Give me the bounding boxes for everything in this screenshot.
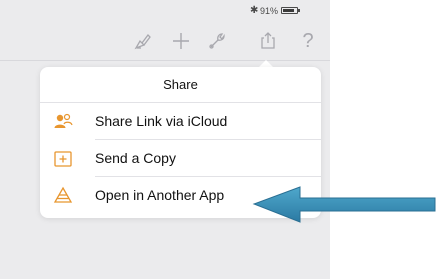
screenshot: ✱ 91% ? Share Share Link via iCloud Send… xyxy=(0,0,443,279)
open-in-app-icon xyxy=(53,186,73,206)
send-copy-label: Send a Copy xyxy=(95,150,176,166)
share-link-icloud-item[interactable]: Share Link via iCloud xyxy=(40,103,321,140)
plus-icon[interactable] xyxy=(168,28,194,54)
callout-arrow xyxy=(252,186,436,223)
paintbrush-icon[interactable] xyxy=(130,28,156,54)
ipad-screen: ✱ 91% ? Share Share Link via iCloud Send… xyxy=(0,0,330,279)
send-copy-item[interactable]: Send a Copy xyxy=(40,140,321,177)
share-link-icloud-label: Share Link via iCloud xyxy=(95,113,228,129)
battery-icon xyxy=(281,7,300,14)
wrench-icon[interactable] xyxy=(204,28,230,54)
share-icon[interactable] xyxy=(255,28,281,54)
status-bar: ✱ 91% xyxy=(0,0,330,20)
open-in-another-app-label: Open in Another App xyxy=(95,187,225,203)
toolbar: ? xyxy=(0,24,330,61)
send-copy-icon xyxy=(53,149,73,169)
popover-title: Share xyxy=(40,67,321,103)
share-link-icloud-icon xyxy=(53,112,73,132)
battery-percentage: 91% xyxy=(260,6,279,16)
bluetooth-icon: ✱ xyxy=(250,5,259,16)
help-icon[interactable]: ? xyxy=(295,28,321,54)
